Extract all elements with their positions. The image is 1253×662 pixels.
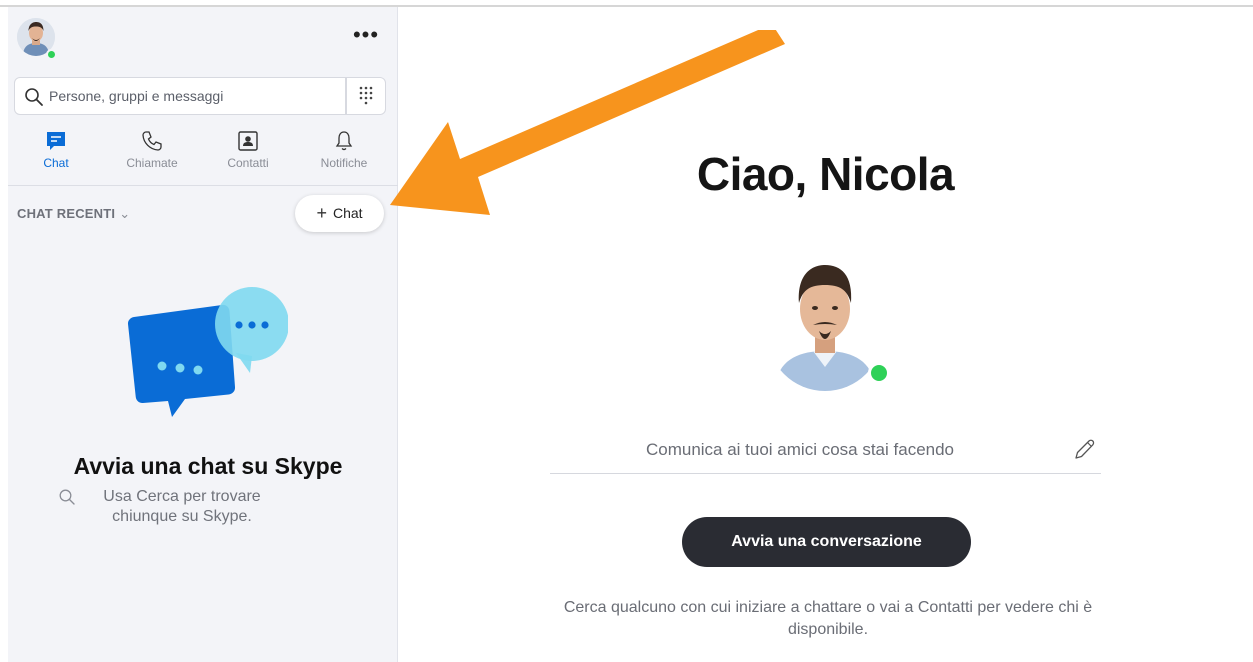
chat-icon <box>47 132 65 150</box>
more-options-button[interactable]: ••• <box>348 24 384 53</box>
new-chat-label: Chat <box>332 205 363 221</box>
greeting-title: Ciao, Nicola <box>696 148 955 200</box>
mood-message-placeholder[interactable]: Comunica ai tuoi amici cosa stai facendo <box>550 440 1050 460</box>
presence-indicator <box>46 49 57 60</box>
bell-icon <box>335 131 353 151</box>
recent-chats-dropdown[interactable]: CHAT RECENTI ⌄ <box>17 206 130 222</box>
main-panel: Ciao, Nicola Comunica ai tuoi amici cosa… <box>398 7 1253 662</box>
tab-contacts[interactable]: Contatti <box>200 127 296 179</box>
divider <box>8 185 398 186</box>
tab-label: Notifiche <box>320 156 368 170</box>
tab-chat[interactable]: Chat <box>8 127 104 179</box>
tab-label: Chat <box>43 156 69 170</box>
empty-state-subtitle: Usa Cerca per trovare chiunque su Skype. <box>58 487 318 527</box>
phone-icon <box>142 131 162 151</box>
chat-bubbles-illustration <box>118 279 289 429</box>
search-box[interactable] <box>14 77 346 115</box>
tab-label: Contatti <box>227 156 269 170</box>
recent-chats-label: CHAT RECENTI <box>17 206 116 221</box>
tab-notifications[interactable]: Notifiche <box>296 127 392 179</box>
navigation-tabs: Chat Chiamate Contatti Notifiche <box>8 127 398 183</box>
plus-icon: + <box>316 203 327 223</box>
dialpad-icon <box>359 86 373 105</box>
tab-label: Chiamate <box>126 156 178 170</box>
pencil-icon[interactable] <box>1070 436 1098 464</box>
new-chat-button[interactable]: + Chat <box>295 195 384 232</box>
window-top-border <box>0 0 1253 7</box>
mood-message-field[interactable]: Comunica ai tuoi amici cosa stai facendo <box>550 432 1101 474</box>
search-icon <box>59 489 75 505</box>
sidebar: ••• Chat <box>8 7 398 662</box>
tab-calls[interactable]: Chiamate <box>104 127 200 179</box>
profile-avatar[interactable] <box>767 253 883 393</box>
presence-indicator <box>868 362 890 384</box>
search-input[interactable] <box>49 78 339 114</box>
empty-state-title: Avvia una chat su Skype <box>73 453 343 479</box>
search-icon <box>25 88 43 106</box>
start-conversation-hint: Cerca qualcuno con cui iniziare a chatta… <box>563 599 1093 638</box>
contacts-icon <box>238 131 258 151</box>
start-conversation-button[interactable]: Avvia una conversazione <box>682 517 971 567</box>
chevron-down-icon: ⌄ <box>119 206 131 221</box>
dialpad-button[interactable] <box>346 77 386 115</box>
empty-state-hint: Usa Cerca per trovare chiunque su Skype. <box>103 488 261 525</box>
